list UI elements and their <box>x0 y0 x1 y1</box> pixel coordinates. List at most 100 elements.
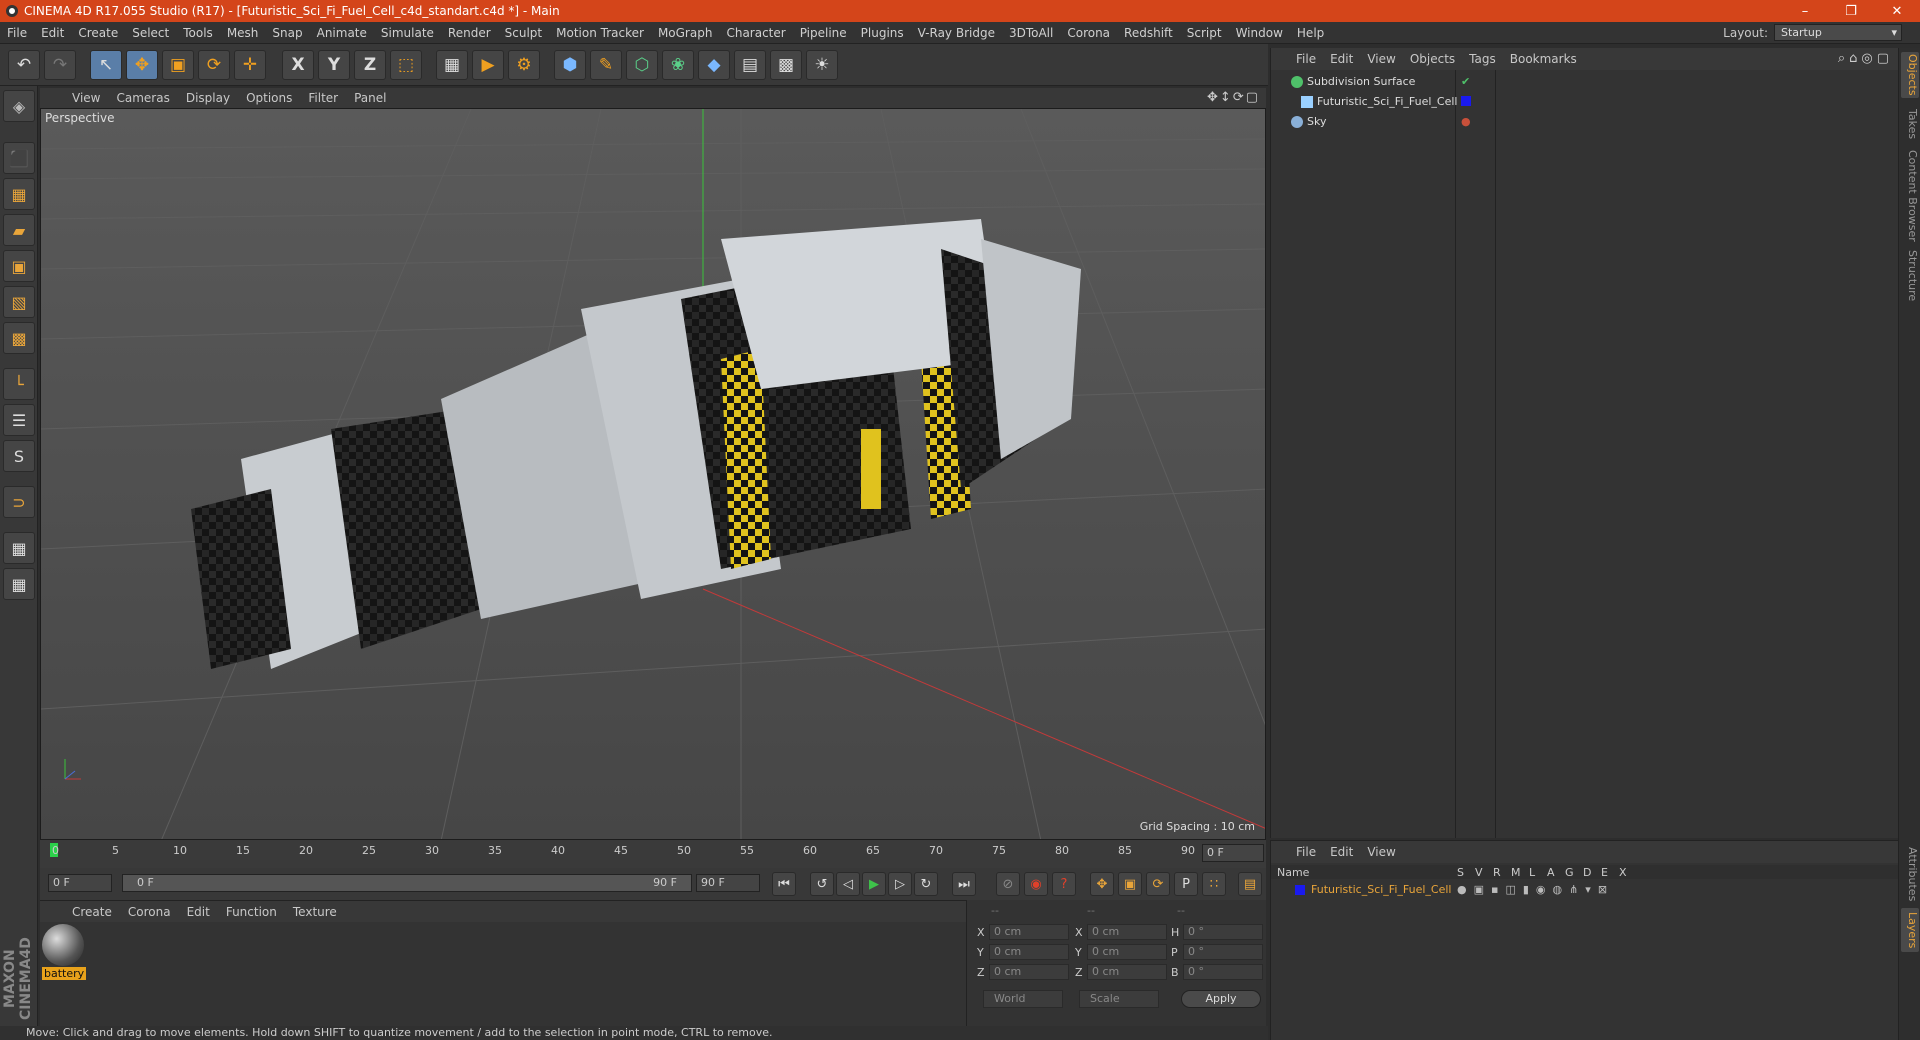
viewport-menu-display[interactable]: Display <box>178 91 238 105</box>
menu-character[interactable]: Character <box>719 26 792 40</box>
object-menu-file[interactable]: File <box>1289 52 1323 66</box>
menu-mesh[interactable]: Mesh <box>220 26 266 40</box>
size-z-field[interactable]: 0 cm <box>1087 964 1167 980</box>
menu-create[interactable]: Create <box>71 26 125 40</box>
menu-corona[interactable]: Corona <box>1060 26 1117 40</box>
rotation-b-field[interactable]: 0 ° <box>1183 964 1263 980</box>
tab-attributes[interactable]: Attributes <box>1901 844 1919 904</box>
object-row-sky[interactable]: Sky ● <box>1271 112 1899 132</box>
edges-mode-button[interactable]: ▧ <box>3 286 35 318</box>
key-position-button[interactable]: ✥ <box>1090 872 1114 896</box>
tweak-mode-button[interactable]: ☰ <box>3 404 35 436</box>
key-parameter-button[interactable]: P <box>1174 872 1198 896</box>
object-menu-objects[interactable]: Objects <box>1403 52 1462 66</box>
next-frame-button[interactable]: ▷ <box>888 872 912 896</box>
menu-simulate[interactable]: Simulate <box>374 26 441 40</box>
menu-pipeline[interactable]: Pipeline <box>793 26 854 40</box>
z-axis-lock-button[interactable]: Z <box>354 50 386 80</box>
move-tool-button[interactable]: ✥ <box>126 50 158 80</box>
viewport-menu-filter[interactable]: Filter <box>300 91 346 105</box>
menu-redshift[interactable]: Redshift <box>1117 26 1180 40</box>
light-button[interactable]: ☀ <box>806 50 838 80</box>
tab-objects[interactable]: Objects <box>1901 52 1919 98</box>
object-menu-view[interactable]: View <box>1360 52 1402 66</box>
maximize-button[interactable]: ❐ <box>1828 0 1874 22</box>
workplane-lock-button[interactable]: ▦ <box>3 532 35 564</box>
undo-button[interactable]: ↶ <box>8 50 40 80</box>
viewport-navigation-icons[interactable]: ✥↕⟳▢ <box>1207 90 1260 105</box>
tab-takes[interactable]: Takes <box>1901 104 1919 144</box>
perspective-viewport[interactable]: Perspective Grid Spacing : 10 cm <box>40 108 1266 840</box>
go-to-end-button[interactable]: ⏭ <box>952 872 976 896</box>
render-settings-button[interactable]: ⚙ <box>508 50 540 80</box>
magnet-button[interactable]: ⊃ <box>3 486 35 518</box>
end-frame-field[interactable]: 90 F <box>696 874 760 892</box>
previous-key-button[interactable]: ↺ <box>810 872 834 896</box>
key-scale-button[interactable]: ▣ <box>1118 872 1142 896</box>
viewport-menu-view[interactable]: View <box>64 91 108 105</box>
material-menu-edit[interactable]: Edit <box>179 905 218 919</box>
menu-edit[interactable]: Edit <box>34 26 71 40</box>
redo-button[interactable]: ↷ <box>44 50 76 80</box>
start-frame-field[interactable]: 0 F <box>48 874 112 892</box>
coordinate-space-dropdown[interactable]: World <box>983 990 1063 1008</box>
go-to-start-button[interactable]: ⏮ <box>772 872 796 896</box>
layout-dropdown[interactable]: Startup ▾ <box>1774 24 1902 41</box>
position-z-field[interactable]: 0 cm <box>989 964 1069 980</box>
menu-mograph[interactable]: MoGraph <box>651 26 720 40</box>
size-x-field[interactable]: 0 cm <box>1087 924 1167 940</box>
snap-button[interactable]: S <box>3 440 35 472</box>
viewport-menu-options[interactable]: Options <box>238 91 300 105</box>
tab-structure[interactable]: Structure <box>1901 248 1919 304</box>
floor-button[interactable]: ▤ <box>734 50 766 80</box>
visibility-dot-icon[interactable]: ● <box>1461 115 1471 128</box>
position-x-field[interactable]: 0 cm <box>989 924 1069 940</box>
object-row-subdivision-surface[interactable]: Subdivision Surface ✔ <box>1271 72 1899 92</box>
tab-layers[interactable]: Layers <box>1901 908 1919 952</box>
menu-plugins[interactable]: Plugins <box>854 26 911 40</box>
model-mode-button[interactable]: ⬛ <box>3 142 35 174</box>
menu-snap[interactable]: Snap <box>265 26 309 40</box>
select-tool-button[interactable]: ↖ <box>90 50 122 80</box>
deformer-button[interactable]: ◆ <box>698 50 730 80</box>
layer-row[interactable]: Futuristic_Sci_Fi_Fuel_Cell ●▣▪◫▮◉◍⋔▾⊠ <box>1271 881 1899 899</box>
material-menu-function[interactable]: Function <box>218 905 285 919</box>
object-menu-tags[interactable]: Tags <box>1462 52 1503 66</box>
layer-color-swatch[interactable] <box>1461 96 1471 106</box>
menu-file[interactable]: File <box>0 26 34 40</box>
object-row-fuel-cell[interactable]: Futuristic_Sci_Fi_Fuel_Cell <box>1271 92 1899 112</box>
points-mode-button[interactable]: ▣ <box>3 250 35 282</box>
material-menu-texture[interactable]: Texture <box>285 905 345 919</box>
render-region-button[interactable]: ▦ <box>436 50 468 80</box>
menu-3dtoall[interactable]: 3DToAll <box>1002 26 1060 40</box>
enabled-check-icon[interactable]: ✔ <box>1461 75 1470 88</box>
rotation-p-field[interactable]: 0 ° <box>1183 944 1263 960</box>
menu-help[interactable]: Help <box>1290 26 1331 40</box>
menu-tools[interactable]: Tools <box>176 26 220 40</box>
play-button[interactable]: ▶ <box>862 872 886 896</box>
subdivision-surface-button[interactable]: ⬡ <box>626 50 658 80</box>
coordinate-mode-dropdown[interactable]: Scale <box>1079 990 1159 1008</box>
make-editable-button[interactable]: ◈ <box>3 90 35 122</box>
y-axis-lock-button[interactable]: Y <box>318 50 350 80</box>
position-y-field[interactable]: 0 cm <box>989 944 1069 960</box>
pen-spline-button[interactable]: ✎ <box>590 50 622 80</box>
record-button[interactable]: ◉ <box>1024 872 1048 896</box>
tab-content-browser[interactable]: Content Browser <box>1901 148 1919 244</box>
key-points-button[interactable]: ∷ <box>1202 872 1226 896</box>
minimize-button[interactable]: – <box>1782 0 1828 22</box>
close-button[interactable]: ✕ <box>1874 0 1920 22</box>
rotation-h-field[interactable]: 0 ° <box>1183 924 1263 940</box>
range-slider[interactable]: 0 F 90 F <box>122 874 692 892</box>
auto-key-button[interactable]: ? <box>1052 872 1076 896</box>
texture-mode-button[interactable]: ▦ <box>3 178 35 210</box>
menu-window[interactable]: Window <box>1229 26 1290 40</box>
layer-color-swatch[interactable] <box>1295 885 1305 895</box>
material-swatch[interactable]: battery <box>42 924 86 984</box>
render-view-button[interactable]: ▶ <box>472 50 504 80</box>
record-disabled-button[interactable]: ⊘ <box>996 872 1020 896</box>
menu-render[interactable]: Render <box>441 26 498 40</box>
x-axis-lock-button[interactable]: X <box>282 50 314 80</box>
apply-button[interactable]: Apply <box>1181 990 1261 1008</box>
material-menu-create[interactable]: Create <box>64 905 120 919</box>
